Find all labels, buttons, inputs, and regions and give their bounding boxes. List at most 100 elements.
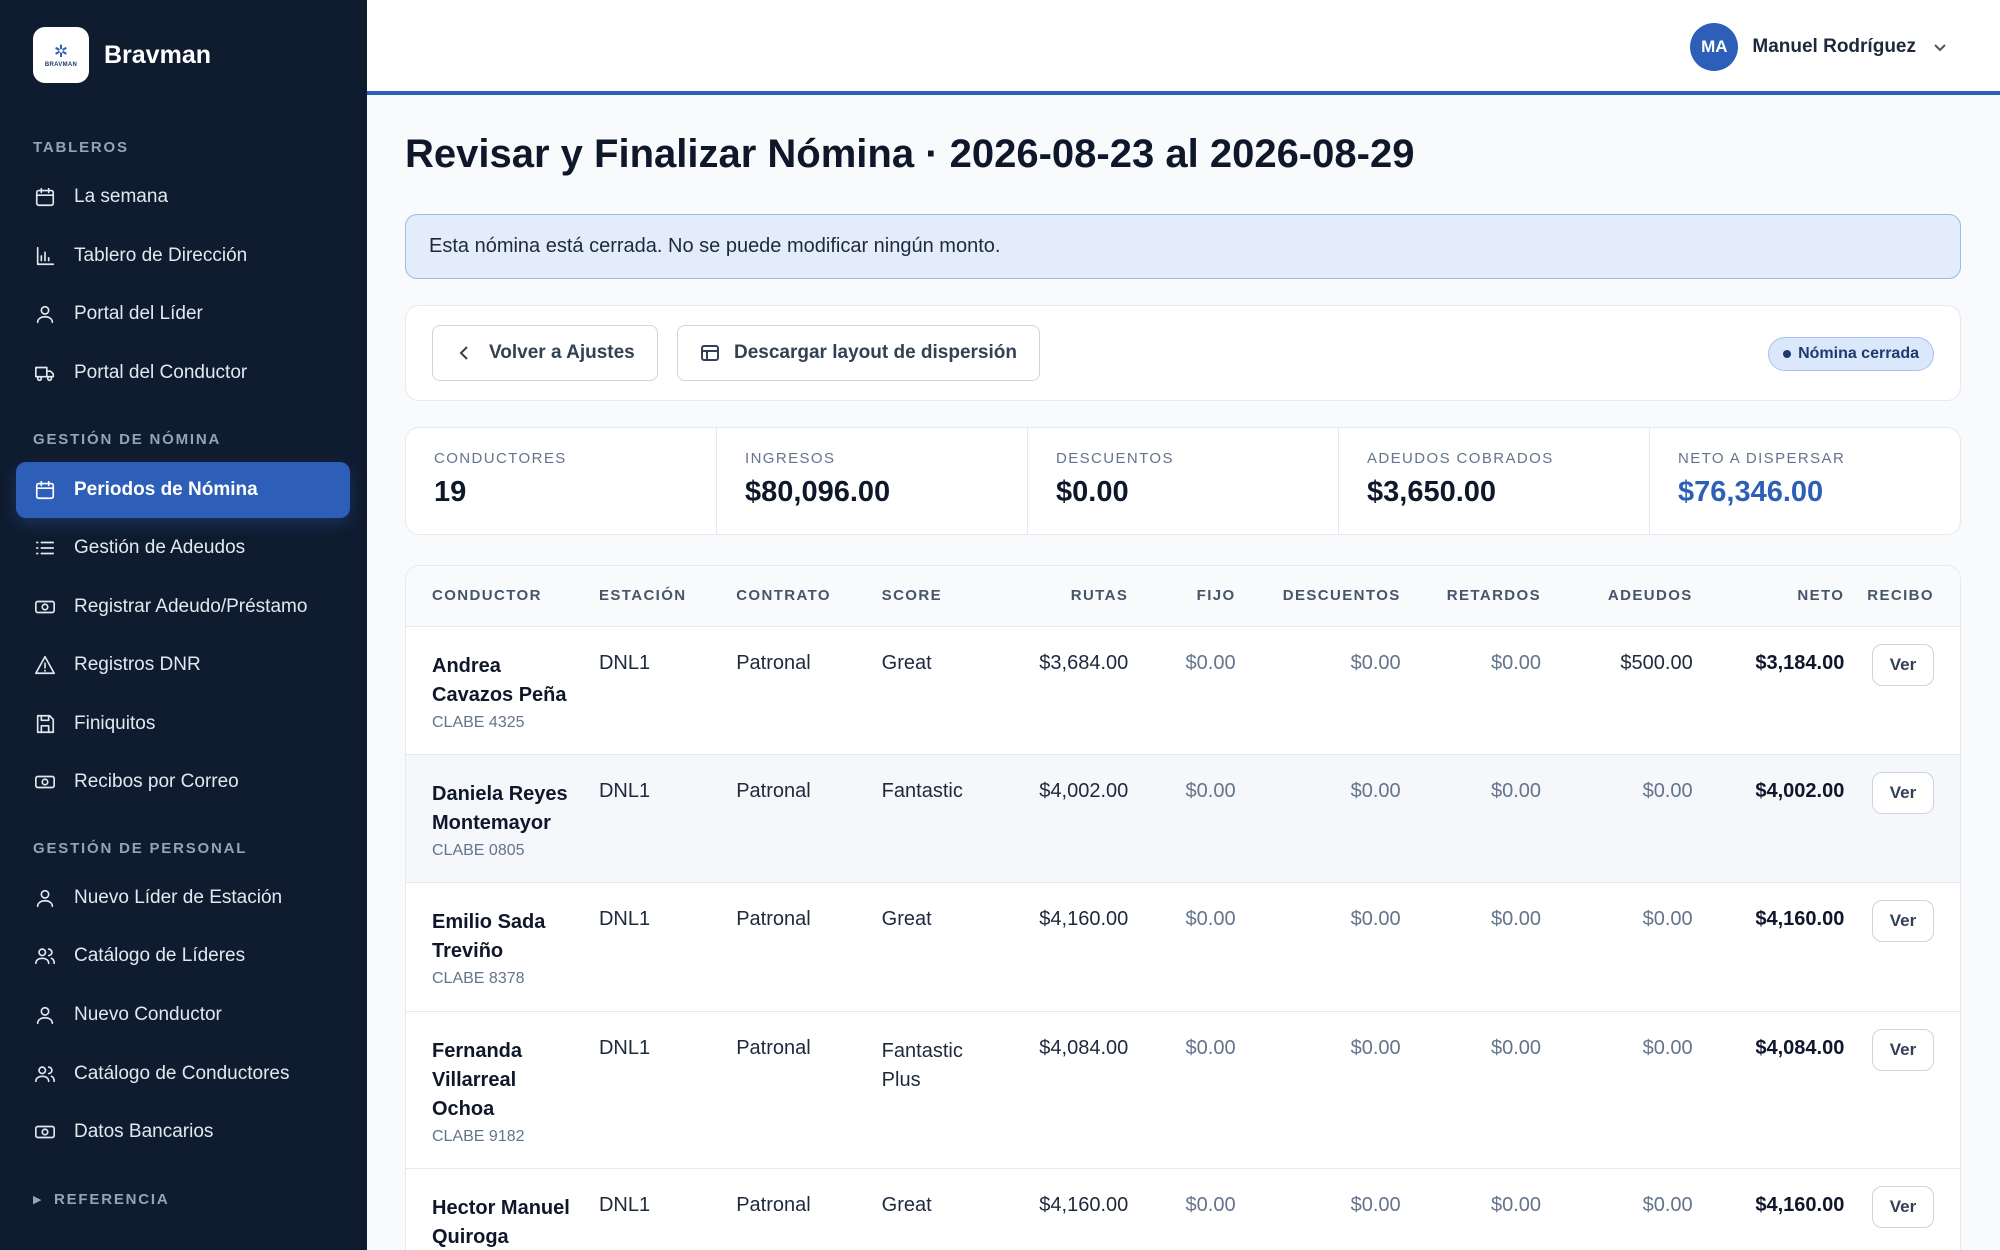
column-header: RUTAS [1018,566,1129,627]
sidebar-item-label: Recibos por Correo [74,771,239,792]
sidebar-item-nuevo-lider[interactable]: Nuevo Líder de Estación [16,870,350,926]
contract-text: Patronal [736,1036,811,1059]
calendar-icon [33,478,57,502]
stat-value: $76,346.00 [1678,476,1824,508]
adeudos-cell: $0.00 [1541,1011,1693,1169]
table-header-row: CONDUCTOR ESTACIÓN CONTRATO SCORE RUTAS … [406,566,1960,627]
sidebar-item-portal-lider[interactable]: Portal del Líder [16,286,350,342]
rutas-cell: $4,084.00 [1018,1011,1129,1169]
sidebar-item-nuevo-conductor[interactable]: Nuevo Conductor [16,987,350,1043]
summary-stats: CONDUCTORES 19 INGRESOS $80,096.00 DESCU… [405,427,1961,535]
sidebar-item-label: La semana [74,186,169,207]
section-title-gestion-personal: GESTIÓN DE PERSONAL [33,840,248,857]
stat-label: CONDUCTORES [434,450,567,467]
view-receipt-button[interactable]: Ver [1872,1185,1934,1228]
table-row: Andrea Cavazos Peña CLABE 4325 DNL1 Patr… [406,626,1960,755]
driver-name-line: Treviño [432,939,504,962]
recibo-cell: Ver [1844,882,1960,1012]
column-header: RECIBO [1844,566,1960,627]
sidebar-item-la-semana[interactable]: La semana [16,169,350,225]
payroll-table: CONDUCTOR ESTACIÓN CONTRATO SCORE RUTAS … [406,566,1960,1250]
sidebar-item-datos-bancarios[interactable]: Datos Bancarios [16,1104,350,1160]
brand[interactable]: ✲ BRAVMAN Bravman [33,27,211,83]
table-row: Daniela Reyes Montemayor CLABE 0805 DNL1… [406,754,1960,883]
sidebar-item-label: Registros DNR [74,654,201,675]
station-cell: DNL1 [598,626,737,755]
descuentos-cell: $0.00 [1235,1168,1401,1250]
cash-icon [33,595,57,619]
brand-logo: ✲ BRAVMAN [33,27,89,83]
column-header: CONTRATO [736,566,882,627]
sidebar-item-portal-conductor[interactable]: Portal del Conductor [16,345,350,401]
sidebar-item-finiquitos[interactable]: Finiquitos [16,696,350,752]
cash-icon [33,1120,57,1144]
bar-chart-icon [33,244,57,268]
driver-name-line: Hector Manuel [432,1196,570,1219]
table-row: Emilio Sada Treviño CLABE 8378 DNL1 Patr… [406,882,1960,1012]
sidebar-item-registrar-adeudo[interactable]: Registrar Adeudo/Préstamo [16,579,350,635]
driver-cell: Daniela Reyes Montemayor CLABE 0805 [406,754,599,883]
score-cell: Great [881,882,1019,1012]
station-cell: DNL1 [598,1168,737,1250]
avatar: MA [1690,23,1739,71]
sidebar-item-label: Portal del Conductor [74,362,248,383]
list-icon [33,536,57,560]
score-cell: Great [881,1168,1019,1250]
fijo-cell: $0.00 [1128,626,1236,755]
retardos-cell: $0.00 [1400,1011,1542,1169]
stat-value: $3,650.00 [1367,476,1497,508]
sidebar: ✲ BRAVMAN Bravman TABLEROS La semana Tab… [0,0,367,1250]
truck-icon [33,361,57,385]
column-header: DESCUENTOS [1235,566,1401,627]
stat-descuentos: DESCUENTOS $0.00 [1028,428,1339,534]
column-header: SCORE [881,566,1019,627]
sidebar-item-tablero-direccion[interactable]: Tablero de Dirección [16,228,350,284]
cash-icon [33,770,57,794]
descuentos-cell: $0.00 [1235,626,1401,755]
contract-cell: Patronal [736,1168,882,1250]
adeudos-cell: $0.00 [1541,754,1693,883]
stat-label: NETO A DISPERSAR [1678,450,1846,467]
sidebar-item-registros-dnr[interactable]: Registros DNR [16,637,350,693]
caret-right-icon[interactable]: ▶ [33,1193,41,1206]
view-receipt-button[interactable]: Ver [1872,771,1934,814]
download-layout-button[interactable]: Descargar layout de dispersión [677,325,1040,381]
neto-cell: $4,160.00 [1692,882,1845,1012]
driver-clabe: CLABE 9182 [432,1127,525,1145]
station-cell: DNL1 [598,1011,737,1169]
view-receipt-button[interactable]: Ver [1872,643,1934,686]
sidebar-item-label: Nuevo Líder de Estación [74,887,283,908]
sidebar-item-gestion-adeudos[interactable]: Gestión de Adeudos [16,520,350,576]
contract-cell: Patronal [736,1011,882,1169]
view-receipt-button[interactable]: Ver [1872,1028,1934,1071]
sidebar-item-catalogo-conductores[interactable]: Catálogo de Conductores [16,1046,350,1102]
driver-name-line: Villarreal [432,1068,517,1091]
sidebar-item-periodos-nomina[interactable]: Periodos de Nómina [16,462,350,518]
stat-adeudos-cobrados: ADEUDOS COBRADOS $3,650.00 [1339,428,1650,534]
view-receipt-button[interactable]: Ver [1872,899,1934,942]
stat-neto-dispersar: NETO A DISPERSAR $76,346.00 [1650,428,1960,534]
rutas-cell: $4,160.00 [1018,882,1129,1012]
recibo-cell: Ver [1844,626,1960,755]
user-menu[interactable]: MA Manuel Rodríguez [1690,23,1948,71]
stat-conductores: CONDUCTORES 19 [406,428,717,534]
neto-cell: $3,184.00 [1692,626,1845,755]
sidebar-item-label: Catálogo de Conductores [74,1063,290,1084]
driver-name-line: Ochoa [432,1097,495,1120]
sidebar-item-catalogo-lideres[interactable]: Catálogo de Líderes [16,928,350,984]
driver-name-line: Quiroga [432,1225,509,1248]
driver-name-line: Daniela Reyes [432,782,568,805]
status-dot-icon [1783,350,1792,358]
sidebar-item-recibos-correo[interactable]: Recibos por Correo [16,754,350,810]
station-cell: DNL1 [598,754,737,883]
stat-label: ADEUDOS COBRADOS [1367,450,1554,467]
column-header: RETARDOS [1400,566,1542,627]
adeudos-cell: $0.00 [1541,1168,1693,1250]
stat-label: INGRESOS [745,450,836,467]
neto-cell: $4,084.00 [1692,1011,1845,1169]
descuentos-cell: $0.00 [1235,1011,1401,1169]
back-to-settings-button[interactable]: Volver a Ajustes [432,325,658,381]
contract-cell: Patronal [736,626,882,755]
section-title-referencia[interactable]: REFERENCIA [54,1191,170,1208]
descuentos-cell: $0.00 [1235,754,1401,883]
